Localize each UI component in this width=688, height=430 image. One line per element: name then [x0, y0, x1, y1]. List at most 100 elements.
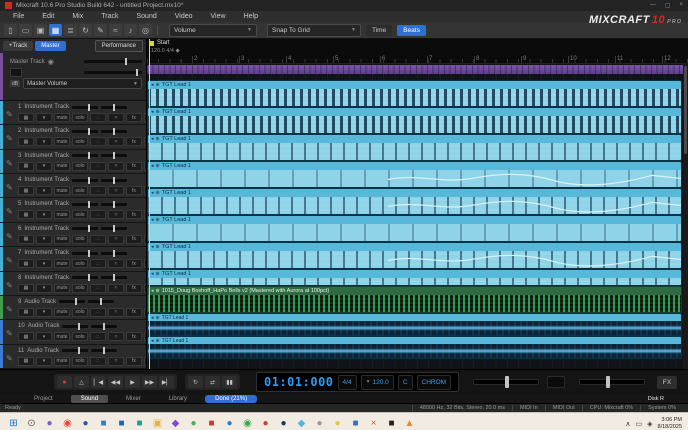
arm-button[interactable]: arm	[144, 162, 146, 171]
taskbar-app-icon[interactable]: ■	[132, 416, 147, 430]
playhead[interactable]	[149, 39, 150, 369]
mute-button[interactable]: mute	[54, 137, 70, 146]
chevron-down-icon[interactable]: ▾	[36, 235, 52, 244]
rewind-button[interactable]: ◀◀	[108, 376, 123, 388]
instrument-icon[interactable]: ▦	[18, 235, 34, 244]
clip-body[interactable]	[148, 278, 681, 285]
clip-header[interactable]: ◂ ⊕ TGT Lead 1	[148, 216, 681, 224]
bottom-tab[interactable]: Done (21%)	[205, 395, 257, 403]
clip-body[interactable]	[148, 224, 681, 241]
bottom-tab[interactable]: Mixer	[116, 395, 151, 403]
taskbar-app-icon[interactable]: ▣	[150, 416, 165, 430]
clip-header[interactable]: ◂ ⊕ 1015_Doug Boshoff_HaPo Bells v2 (Mas…	[148, 287, 681, 295]
mute-button[interactable]: mute	[54, 235, 70, 244]
fx-button[interactable]: fx	[126, 137, 142, 146]
pencil-icon[interactable]: ✎	[6, 183, 13, 192]
chevron-down-icon[interactable]: ▾	[36, 113, 52, 122]
clip-body[interactable]	[148, 197, 681, 214]
mute-button[interactable]: mute	[54, 113, 70, 122]
clip-header[interactable]: ◂ ⊕ TGT Lead 1	[148, 162, 681, 170]
clip-collapse-icon[interactable]: ◂	[151, 217, 154, 223]
undo-icon[interactable]: ↻	[79, 24, 92, 36]
clip[interactable]: ◂ ⊕ TGT Lead 1	[147, 242, 682, 269]
freeze-icon[interactable]: ≈	[108, 357, 124, 366]
clip-body[interactable]	[148, 251, 681, 268]
time-display[interactable]: 01:01:000	[264, 375, 334, 389]
punch-button[interactable]: ⇄	[205, 376, 220, 388]
fx-button[interactable]: fx	[126, 210, 142, 219]
menu-item[interactable]: Mix	[63, 13, 92, 20]
clip[interactable]: ◂ ⊕ TGT Lead 1	[147, 336, 682, 359]
play-button[interactable]: ▶	[125, 376, 140, 388]
track-name[interactable]: Instrument Track	[24, 177, 69, 183]
solo-button[interactable]: solo	[72, 284, 88, 293]
track-name[interactable]: Instrument Track	[24, 201, 69, 207]
clip-collapse-icon[interactable]: ◂	[151, 163, 154, 169]
clip-body[interactable]	[148, 295, 681, 312]
menu-item[interactable]: File	[4, 13, 33, 20]
freeze-icon[interactable]: ≈	[108, 235, 124, 244]
instrument-icon[interactable]: ▦	[18, 113, 34, 122]
automation-icon[interactable]: ∴	[90, 259, 106, 268]
beats-mode-button[interactable]: Beats	[397, 25, 426, 36]
menu-item[interactable]: View	[202, 13, 235, 20]
freeze-icon[interactable]: ≈	[108, 332, 124, 341]
clip-collapse-icon[interactable]: ◂	[151, 315, 154, 321]
clip-header[interactable]: ◂ ⊕ TGT Lead 1	[148, 189, 681, 197]
clip-envelope-icon[interactable]: ⊕	[156, 82, 160, 88]
pencil-icon[interactable]: ✎	[6, 159, 13, 168]
clip[interactable]: ◂ ⊕ TGT Lead 1	[147, 107, 682, 134]
track-name[interactable]: Audio Track	[24, 299, 56, 305]
scrollbar-thumb[interactable]	[684, 66, 687, 154]
clip[interactable]: ◂ ⊕ TGT Lead 1	[147, 269, 682, 286]
track-row[interactable]: ✎ 9 Audio Track ▦ ▾ mute solo ∴ ≈	[0, 296, 146, 320]
clip-envelope-icon[interactable]: ⊕	[156, 315, 160, 321]
clip-collapse-icon[interactable]: ◂	[151, 271, 154, 277]
pencil-icon[interactable]: ✎	[6, 256, 13, 265]
automation-icon[interactable]: ∴	[90, 113, 106, 122]
clip[interactable]: ◂ ⊕ 1015_Doug Boshoff_HaPo Bells v2 (Mas…	[147, 286, 682, 313]
track-pan-slider[interactable]	[91, 349, 117, 352]
solo-button[interactable]: solo	[72, 137, 88, 146]
tempo-box[interactable]: ▼ 120.0	[361, 375, 394, 390]
solo-button[interactable]: solo	[72, 235, 88, 244]
snap-select[interactable]: Snap To Grid ▼	[267, 24, 361, 37]
record-button[interactable]: ●	[57, 376, 72, 388]
master-pan-slider[interactable]	[84, 71, 142, 74]
clip-header[interactable]: ◂ ⊕ TGT Lead 1	[148, 314, 681, 321]
automation-icon[interactable]: ∴	[90, 210, 106, 219]
clip[interactable]: ◂ ⊕ TGT Lead 1	[147, 215, 682, 242]
taskbar-app-icon[interactable]: ■	[384, 416, 399, 430]
solo-button[interactable]: solo	[72, 113, 88, 122]
track-row[interactable]: ✎ 1 Instrument Track ▦ ▾ mute solo ∴ ≈	[0, 101, 146, 125]
metronome-button[interactable]: △	[74, 376, 89, 388]
track-pan-slider[interactable]	[101, 154, 127, 157]
freeze-icon[interactable]: ≈	[108, 113, 124, 122]
fx-button[interactable]: fx	[126, 235, 142, 244]
pencil-icon[interactable]: ✎	[6, 329, 13, 338]
tray-chevron-icon[interactable]: ∧	[625, 420, 630, 428]
bottom-tab[interactable]: Library	[159, 395, 197, 403]
taskbar-app-icon[interactable]: ●	[258, 416, 273, 430]
taskbar-app-icon[interactable]: ●	[186, 416, 201, 430]
master-fx-button[interactable]: FX	[657, 376, 677, 389]
bottom-tab[interactable]: Sound	[71, 395, 108, 403]
clip[interactable]: ◂ ⊕ TGT Lead 1	[147, 188, 682, 215]
fx-button[interactable]: fx	[126, 284, 142, 293]
track-pan-slider[interactable]	[101, 276, 127, 279]
track-name[interactable]: Audio Track	[28, 323, 60, 329]
track-name[interactable]: Instrument Track	[24, 226, 69, 232]
solo-button[interactable]: solo	[72, 332, 88, 341]
clip-envelope-icon[interactable]: ⊕	[156, 109, 160, 115]
clip-envelope-icon[interactable]: ⊕	[156, 288, 160, 294]
clip-header[interactable]: ◂ ⊕ TGT Lead 1	[148, 81, 681, 89]
track-row[interactable]: ✎ 2 Instrument Track ▦ ▾ mute solo ∴ ≈	[0, 125, 146, 149]
mute-button[interactable]: mute	[54, 210, 70, 219]
track-volume-slider[interactable]	[72, 203, 98, 206]
clip-body[interactable]	[148, 170, 681, 187]
instrument-icon[interactable]: ▦	[18, 332, 34, 341]
taskbar-app-icon[interactable]: ■	[96, 416, 111, 430]
master-track-button[interactable]: Master	[35, 41, 65, 51]
arm-button[interactable]: arm	[144, 332, 146, 341]
arm-button[interactable]: arm	[144, 259, 146, 268]
